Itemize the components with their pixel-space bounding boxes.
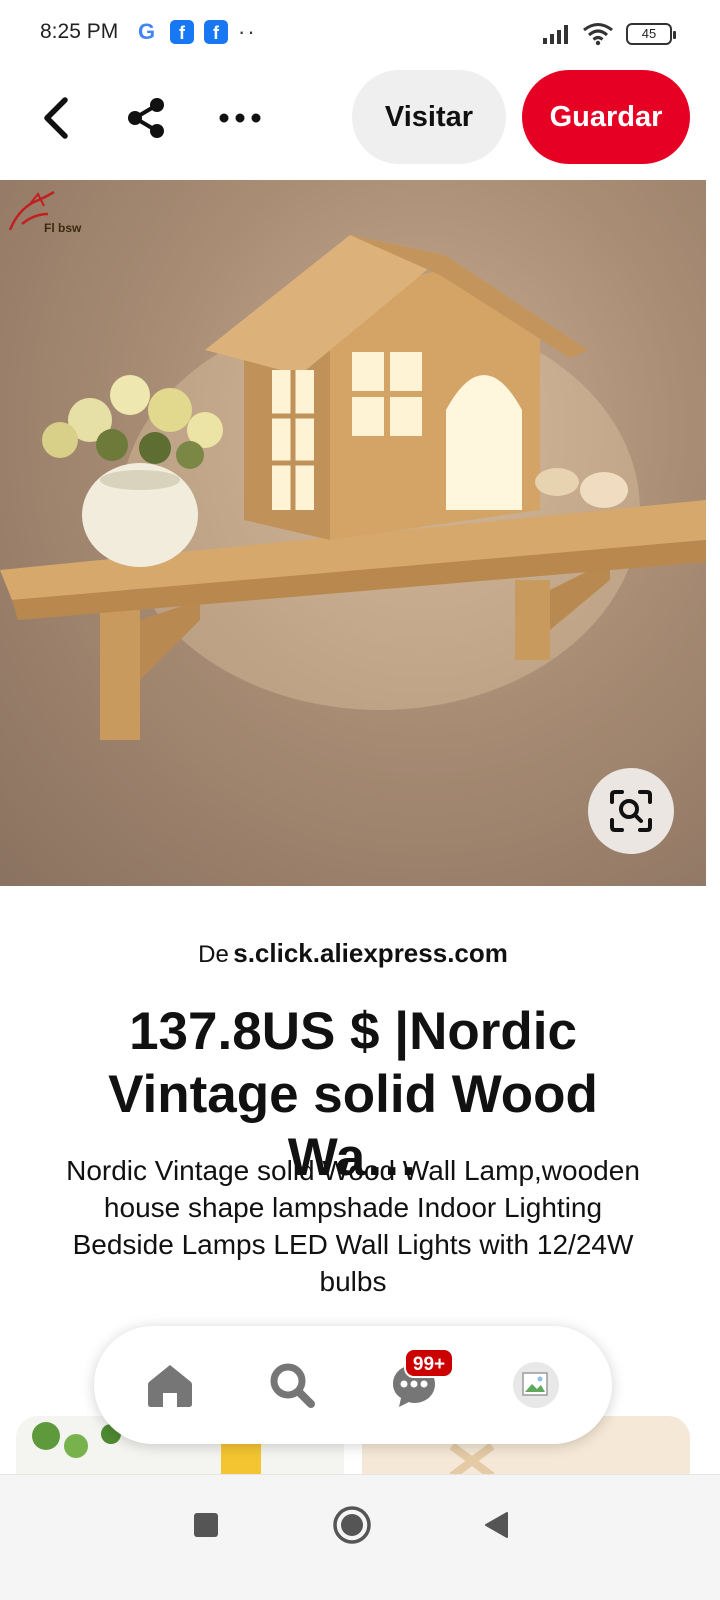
chevron-left-icon bbox=[44, 97, 68, 139]
share-icon bbox=[128, 98, 164, 138]
share-button[interactable] bbox=[118, 90, 174, 146]
visual-search-button[interactable] bbox=[588, 768, 674, 854]
google-letter: G bbox=[138, 19, 156, 44]
wifi-icon bbox=[583, 23, 613, 46]
visual-search-icon bbox=[610, 790, 652, 832]
google-icon: G bbox=[138, 20, 160, 44]
recent-apps-button[interactable] bbox=[184, 1503, 228, 1547]
more-notifications-icon: ·· bbox=[238, 19, 257, 44]
facebook-icon: f bbox=[170, 20, 194, 44]
nav-search[interactable] bbox=[260, 1353, 324, 1417]
nav-profile[interactable] bbox=[504, 1353, 568, 1417]
notification-icons: G f f ·· bbox=[138, 20, 257, 44]
more-horizontal-icon bbox=[219, 113, 261, 123]
status-bar: 8:25 PM G f f ·· 45 bbox=[0, 0, 720, 68]
pin-source[interactable]: De s.click.aliexpress.com bbox=[0, 938, 706, 969]
source-prefix: De bbox=[198, 941, 229, 968]
home-icon bbox=[148, 1365, 192, 1407]
avatar bbox=[513, 1362, 559, 1408]
circle-icon bbox=[333, 1506, 371, 1544]
more-options-button[interactable] bbox=[212, 90, 268, 146]
home-system-button[interactable] bbox=[330, 1503, 374, 1547]
broken-image-icon bbox=[522, 1372, 548, 1396]
brand-logo: Fl bsw bbox=[8, 190, 82, 235]
search-icon bbox=[270, 1363, 315, 1408]
back-system-button[interactable] bbox=[474, 1503, 518, 1547]
source-domain[interactable]: s.click.aliexpress.com bbox=[233, 938, 508, 968]
notification-badge: 99+ bbox=[404, 1348, 454, 1378]
facebook-icon: f bbox=[204, 20, 228, 44]
signal-icon bbox=[543, 25, 568, 44]
pin-image[interactable]: Fl bsw bbox=[0, 180, 706, 886]
pin-description: Nordic Vintage solid Wood Wall Lamp,wood… bbox=[66, 1155, 640, 1297]
back-button[interactable] bbox=[28, 90, 84, 146]
system-navigation-bar bbox=[0, 1474, 720, 1600]
battery-icon: 45 bbox=[626, 23, 676, 45]
system-status-icons: 45 bbox=[542, 22, 676, 46]
square-icon bbox=[194, 1513, 218, 1537]
triangle-back-icon bbox=[485, 1512, 508, 1538]
svg-text:Fl bsw: Fl bsw bbox=[44, 221, 82, 235]
nav-home[interactable] bbox=[138, 1353, 202, 1417]
bottom-navigation bbox=[94, 1326, 612, 1444]
visit-button[interactable]: Visitar bbox=[352, 70, 506, 164]
save-button[interactable]: Guardar bbox=[522, 70, 690, 164]
pin-action-bar: Visitar Guardar bbox=[0, 70, 720, 180]
status-time: 8:25 PM bbox=[40, 20, 119, 43]
